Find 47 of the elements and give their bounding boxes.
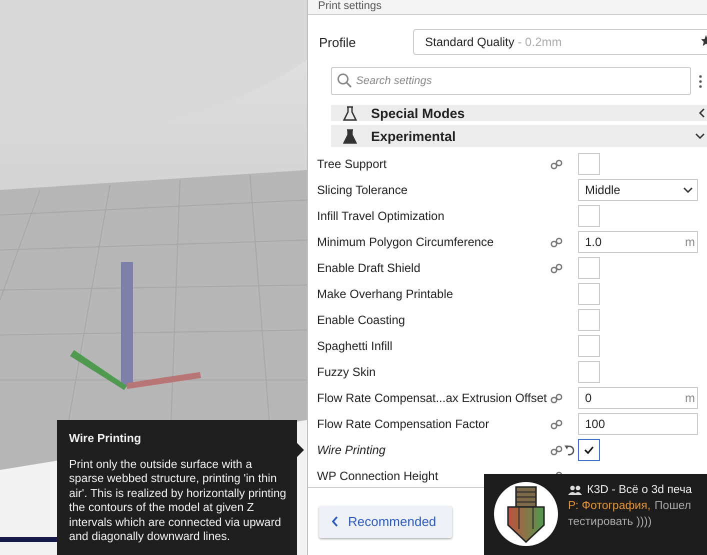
checkmark-icon xyxy=(584,446,594,454)
setting-label: Spaghetti Infill xyxy=(317,339,394,353)
checkbox[interactable] xyxy=(578,309,600,331)
setting-label: Make Overhang Printable xyxy=(317,287,454,301)
setting-label: Wire Printing xyxy=(317,443,387,457)
profile-label: Profile xyxy=(319,34,357,50)
setting-label: Slicing Tolerance xyxy=(317,183,408,197)
unit-label: m xyxy=(685,391,696,405)
search-icon xyxy=(337,73,352,88)
checkbox[interactable] xyxy=(578,283,600,305)
input-field[interactable]: 1.0 m xyxy=(578,231,698,253)
setting-label: Infill Travel Optimization xyxy=(317,209,446,223)
setting-label: Enable Coasting xyxy=(317,313,406,327)
category-header[interactable]: Special Modes xyxy=(331,105,707,121)
reset-icon[interactable] xyxy=(564,444,576,456)
setting-label: WP Connection Height xyxy=(317,469,440,483)
setting-label: Fuzzy Skin xyxy=(317,365,377,379)
checkbox[interactable] xyxy=(578,257,600,279)
recommended-button[interactable]: Recommended xyxy=(319,506,452,538)
message-text: тестировать )))) xyxy=(568,516,653,528)
notification-title: К3D - Всё о 3d печа xyxy=(587,484,692,496)
checkbox[interactable] xyxy=(578,439,600,461)
setting-label: Flow Rate Compensation Factor xyxy=(317,417,490,431)
checkbox[interactable] xyxy=(578,153,600,175)
message-text: Пошел xyxy=(654,500,692,512)
caret-icon xyxy=(683,186,693,194)
setting-label: Minimum Polygon Circumference xyxy=(317,235,495,249)
input-field[interactable]: 100 xyxy=(578,413,698,435)
category-header[interactable]: Experimental xyxy=(331,125,707,147)
more-icon[interactable] xyxy=(699,74,702,88)
dropdown[interactable]: Middle xyxy=(578,179,698,201)
message-sender: Р: Фотография, xyxy=(568,500,651,512)
group-icon xyxy=(568,485,582,495)
profile-dropdown[interactable]: Standard Quality - 0.2mm xyxy=(413,29,707,55)
setting-label: Enable Draft Shield xyxy=(317,261,422,275)
search-field[interactable]: Search settings xyxy=(331,67,691,95)
input-field[interactable]: 0 m xyxy=(578,387,698,409)
checkbox[interactable] xyxy=(578,335,600,357)
tooltip-text: Print only the outside surface with a sparse webbed structure, printing 'in thin air'. This is realized by horizontally printing the contours of the model at given Z intervals which are connected via upward and diagonally downward lines. xyxy=(69,458,287,544)
unit-label: m xyxy=(685,235,696,249)
panel-title: Print settings xyxy=(308,0,707,15)
notification[interactable]: К3D - Всё о 3d печа Р: Фотография, Пошел тестировать )))) xyxy=(484,474,707,555)
checkbox[interactable] xyxy=(578,361,600,383)
chevron-icon xyxy=(331,516,338,527)
setting-label: Tree Support xyxy=(317,157,388,171)
checkbox[interactable] xyxy=(578,205,600,227)
tooltip-title: Wire Printing xyxy=(69,432,142,446)
